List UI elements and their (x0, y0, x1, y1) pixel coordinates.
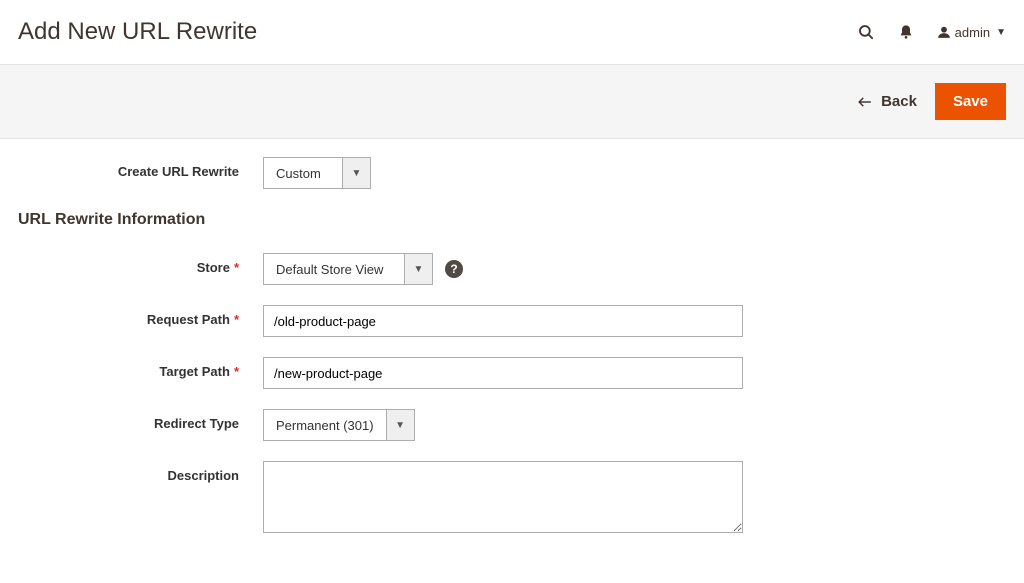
row-request-path: Request Path* (18, 305, 1006, 337)
header-actions: admin ▼ (857, 23, 1006, 41)
chevron-down-icon: ▼ (387, 409, 415, 441)
save-button[interactable]: Save (935, 83, 1006, 120)
section-title: URL Rewrite Information (18, 211, 1006, 229)
request-path-input[interactable] (263, 305, 743, 337)
store-select[interactable]: Default Store View ▼ (263, 253, 433, 285)
request-path-label: Request Path* (18, 305, 263, 327)
create-url-rewrite-label: Create URL Rewrite (18, 157, 263, 179)
notifications-icon[interactable] (897, 23, 915, 41)
chevron-down-icon: ▼ (405, 253, 433, 285)
admin-user-menu[interactable]: admin ▼ (937, 25, 1006, 40)
row-redirect-type: Redirect Type Permanent (301) ▼ (18, 409, 1006, 441)
back-button[interactable]: Back (857, 93, 917, 110)
create-url-rewrite-value: Custom (263, 157, 343, 189)
caret-down-icon: ▼ (996, 27, 1006, 38)
target-path-label: Target Path* (18, 357, 263, 379)
action-bar: Back Save (0, 64, 1024, 139)
row-store: Store* Default Store View ▼ ? (18, 253, 1006, 285)
back-label: Back (881, 93, 917, 110)
create-url-rewrite-select[interactable]: Custom ▼ (263, 157, 371, 189)
redirect-type-value: Permanent (301) (263, 409, 387, 441)
row-description: Description (18, 461, 1006, 533)
page-title: Add New URL Rewrite (18, 18, 257, 46)
description-label: Description (18, 461, 263, 483)
redirect-type-label: Redirect Type (18, 409, 263, 431)
row-target-path: Target Path* (18, 357, 1006, 389)
chevron-down-icon: ▼ (343, 157, 371, 189)
store-label: Store* (18, 253, 263, 275)
target-path-input[interactable] (263, 357, 743, 389)
back-arrow-icon (857, 95, 873, 109)
search-icon[interactable] (857, 23, 875, 41)
row-create-url-rewrite: Create URL Rewrite Custom ▼ (18, 157, 1006, 189)
admin-username: admin (955, 25, 990, 40)
redirect-type-select[interactable]: Permanent (301) ▼ (263, 409, 415, 441)
user-icon (937, 25, 951, 39)
form: Create URL Rewrite Custom ▼ URL Rewrite … (0, 139, 1024, 583)
help-icon[interactable]: ? (445, 260, 463, 278)
description-textarea[interactable] (263, 461, 743, 533)
store-value: Default Store View (263, 253, 405, 285)
